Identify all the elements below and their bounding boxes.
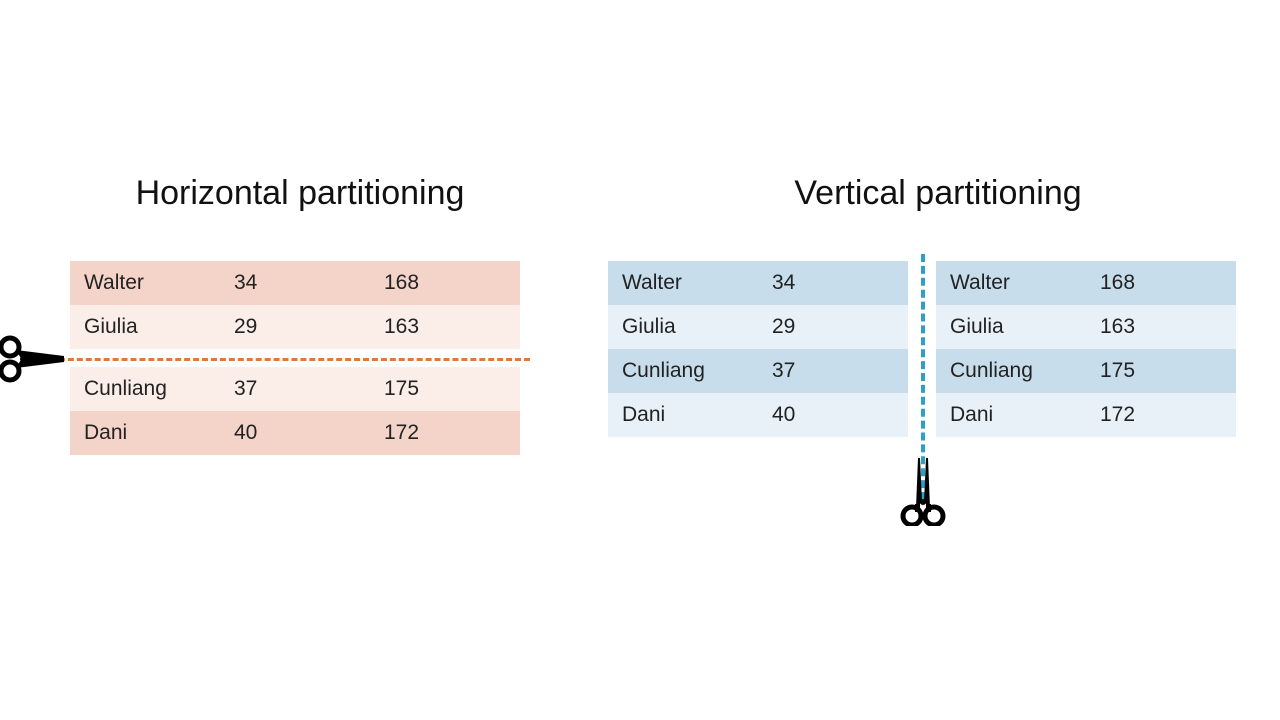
cell-val: 40	[758, 393, 908, 437]
cell-val: 163	[370, 305, 520, 349]
cell-val: 163	[1086, 305, 1236, 349]
table-row: Cunliang 175	[936, 349, 1236, 393]
cell-val: 175	[1086, 349, 1236, 393]
scissors-icon	[0, 334, 66, 384]
cell-name: Dani	[608, 393, 758, 437]
horizontal-title: Horizontal partitioning	[70, 174, 530, 213]
cell-val: 37	[758, 349, 908, 393]
cell-age: 40	[220, 411, 370, 455]
cell-name: Giulia	[608, 305, 758, 349]
table-row: Giulia 29 163	[70, 305, 520, 349]
table-row: Walter 34	[608, 261, 908, 305]
table-row: Walter 34 168	[70, 261, 520, 305]
horizontal-panel: Horizontal partitioning Walter 34 168 Gi…	[70, 174, 530, 455]
cell-age: 29	[220, 305, 370, 349]
cell-name: Walter	[70, 261, 220, 305]
table-row: Cunliang 37 175	[70, 367, 520, 411]
cell-name: Cunliang	[608, 349, 758, 393]
cell-val: 175	[370, 367, 520, 411]
cell-val: 172	[1086, 393, 1236, 437]
cell-age: 37	[220, 367, 370, 411]
cell-name: Cunliang	[70, 367, 220, 411]
table-row: Walter 168	[936, 261, 1236, 305]
cell-val: 29	[758, 305, 908, 349]
table-row: Giulia 163	[936, 305, 1236, 349]
horizontal-cut-line	[50, 358, 530, 361]
vertical-panel: Vertical partitioning Walter 34 Giulia 2…	[608, 174, 1268, 437]
cell-name: Giulia	[936, 305, 1086, 349]
scissors-icon	[898, 454, 948, 526]
cell-age: 34	[220, 261, 370, 305]
table-row: Dani 172	[936, 393, 1236, 437]
cell-val: 168	[1086, 261, 1236, 305]
table-row: Dani 40 172	[70, 411, 520, 455]
cell-val: 34	[758, 261, 908, 305]
cell-name: Cunliang	[936, 349, 1086, 393]
cell-name: Giulia	[70, 305, 220, 349]
vertical-table-left: Walter 34 Giulia 29 Cunliang 37 Dani 40	[608, 261, 908, 437]
cell-val: 172	[370, 411, 520, 455]
table-row: Dani 40	[608, 393, 908, 437]
cell-name: Dani	[936, 393, 1086, 437]
cell-name: Dani	[70, 411, 220, 455]
cell-name: Walter	[936, 261, 1086, 305]
vertical-title: Vertical partitioning	[608, 174, 1268, 213]
table-row: Giulia 29	[608, 305, 908, 349]
cell-name: Walter	[608, 261, 758, 305]
cell-val: 168	[370, 261, 520, 305]
vertical-table-right: Walter 168 Giulia 163 Cunliang 175 Dani …	[936, 261, 1236, 437]
table-row: Cunliang 37	[608, 349, 908, 393]
